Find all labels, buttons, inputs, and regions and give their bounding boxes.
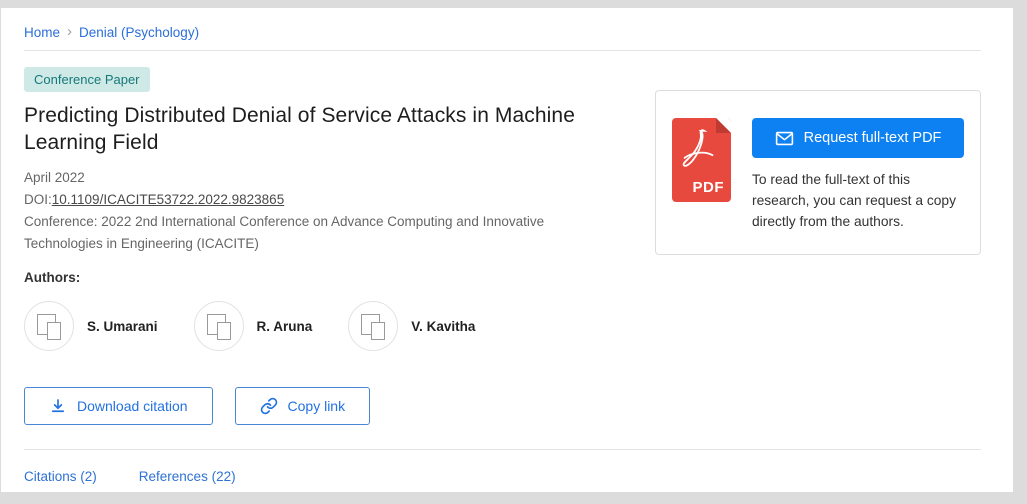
paper-details-column: Conference Paper Predicting Distributed …	[24, 67, 655, 425]
paper-title: Predicting Distributed Denial of Service…	[24, 104, 575, 154]
pdf-label: PDF	[692, 179, 724, 196]
breadcrumb: Home › Denial (Psychology)	[24, 23, 981, 40]
tab-references[interactable]: References (22)	[139, 469, 236, 484]
download-icon	[51, 399, 65, 413]
author-item[interactable]: S. Umarani	[24, 301, 158, 351]
chevron-right-icon: ›	[67, 23, 73, 40]
publication-date: April 2022	[24, 170, 85, 185]
tab-citations[interactable]: Citations (2)	[24, 469, 97, 484]
download-citation-label: Download citation	[77, 398, 188, 414]
download-citation-button[interactable]: Download citation	[24, 387, 213, 425]
request-column: PDF Request full-text PDF To read the fu…	[655, 67, 981, 255]
doi-label: DOI:	[24, 192, 52, 207]
main-content: Conference Paper Predicting Distributed …	[24, 67, 981, 425]
author-item[interactable]: V. Kavitha	[348, 301, 475, 351]
page-background: Home › Denial (Psychology) Conference Pa…	[0, 0, 1027, 504]
author-avatar[interactable]	[193, 301, 244, 351]
copy-link-label: Copy link	[287, 398, 346, 414]
adobe-acrobat-logo-icon	[682, 129, 714, 167]
author-item[interactable]: R. Aruna	[193, 301, 313, 351]
breadcrumb-divider	[24, 50, 981, 51]
doi-link[interactable]: 10.1109/ICACITE53722.2022.9823865	[52, 192, 284, 207]
publication-type-badge: Conference Paper	[24, 67, 150, 92]
pdf-fold-corner	[716, 118, 731, 133]
pdf-file-icon: PDF	[672, 118, 731, 202]
link-icon	[260, 397, 277, 415]
envelope-icon	[775, 131, 793, 145]
breadcrumb-home-link[interactable]: Home	[24, 25, 60, 40]
conference-info: Conference: 2022 2nd International Confe…	[24, 214, 545, 251]
request-fulltext-card: PDF Request full-text PDF To read the fu…	[655, 90, 981, 255]
breadcrumb-topic-link[interactable]: Denial (Psychology)	[79, 25, 199, 40]
author-name[interactable]: S. Umarani	[87, 319, 158, 334]
request-fulltext-label: Request full-text PDF	[803, 130, 942, 146]
request-right: Request full-text PDF To read the full-t…	[752, 118, 964, 232]
copy-link-button[interactable]: Copy link	[234, 387, 371, 425]
author-avatar[interactable]	[24, 301, 74, 351]
publication-page: Home › Denial (Psychology) Conference Pa…	[1, 8, 1013, 492]
tabs: Citations (2) References (22)	[24, 450, 981, 503]
author-name[interactable]: V. Kavitha	[411, 319, 475, 334]
request-note: To read the full-text of this research, …	[752, 172, 957, 229]
actions-row: Download citation Copy link	[24, 387, 655, 425]
authors-label: Authors:	[24, 270, 81, 285]
authors-row: S. Umarani R. Aruna V. Kavitha	[24, 301, 655, 351]
doi-line: DOI:10.1109/ICACITE53722.2022.9823865	[24, 189, 655, 211]
request-fulltext-button[interactable]: Request full-text PDF	[752, 118, 964, 158]
author-name[interactable]: R. Aruna	[257, 319, 313, 334]
author-avatar[interactable]	[348, 301, 399, 351]
